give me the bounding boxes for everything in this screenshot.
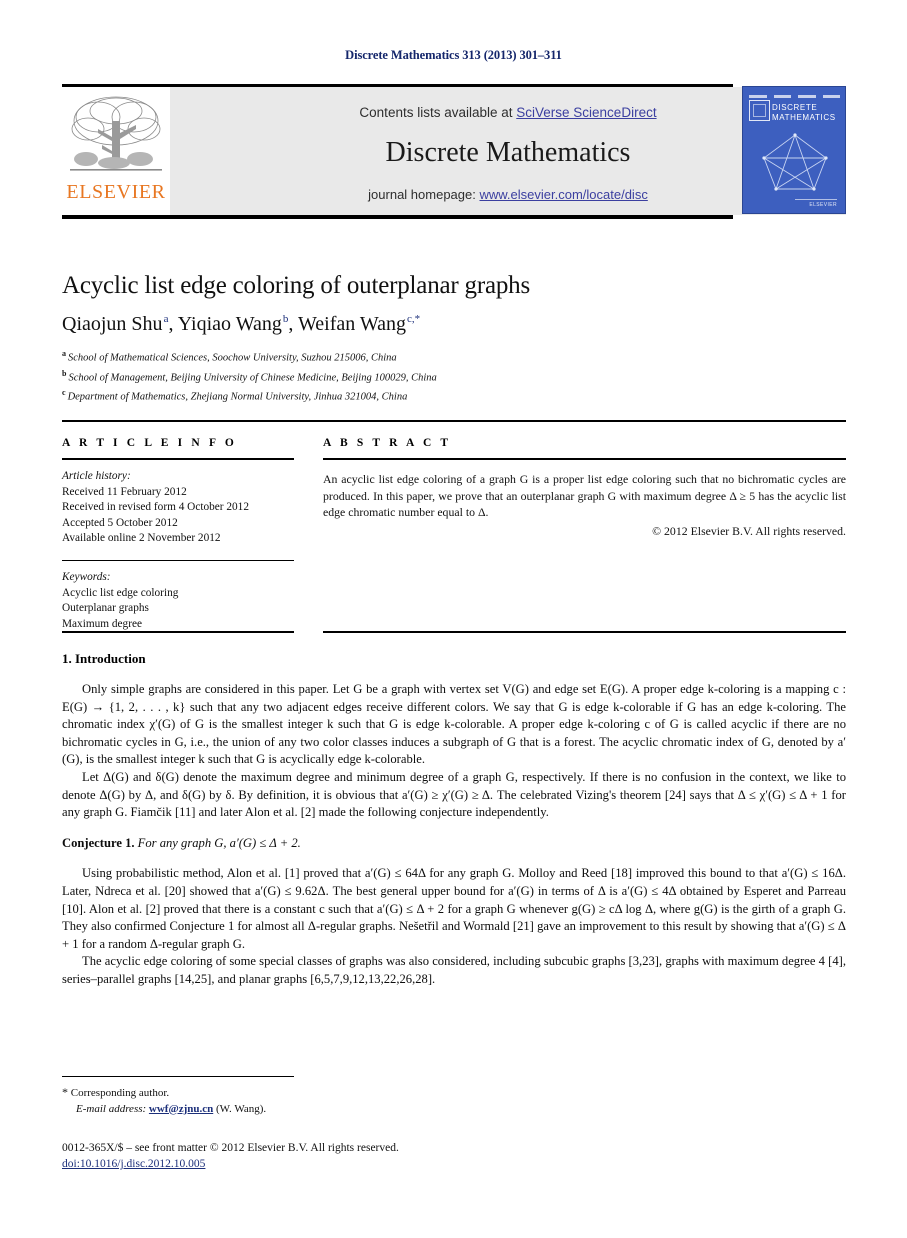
- abstract-heading: A B S T R A C T: [323, 437, 452, 449]
- conjecture-statement: For any graph G, a′(G) ≤ Δ + 2.: [137, 835, 301, 850]
- affiliation-text: Department of Mathematics, Zhejiang Norm…: [67, 391, 408, 403]
- sciencedirect-link[interactable]: SciVerse ScienceDirect: [516, 105, 656, 120]
- contents-prefix: Contents lists available at: [359, 105, 517, 120]
- journal-homepage-link[interactable]: www.elsevier.com/locate/disc: [479, 187, 647, 202]
- author-name: Weifan Wang: [297, 313, 407, 335]
- keyword-item: Maximum degree: [62, 617, 142, 630]
- article-info-heading-rule: [62, 458, 294, 460]
- issn-copyright-line: 0012-365X/$ – see front matter © 2012 El…: [62, 1142, 399, 1154]
- article-history-item: Available online 2 November 2012: [62, 532, 221, 545]
- author-name: Qiaojun Shu: [62, 313, 163, 335]
- page-title: Acyclic list edge coloring of outerplana…: [62, 272, 531, 299]
- cover-journal-name: DISCRETE MATHEMATICS: [772, 103, 836, 122]
- footnote-block: * Corresponding author. E-mail address: …: [62, 1085, 562, 1117]
- footnote-rule: [62, 1076, 294, 1077]
- abstract-panel: A B S T R A C T An acyclic list edge col…: [323, 437, 846, 539]
- article-info-heading: A R T I C L E I N F O: [62, 437, 237, 449]
- author-name: Yiqiao Wang: [177, 313, 282, 335]
- article-history-item: Received 11 February 2012: [62, 485, 187, 498]
- keywords-label: Keywords:: [62, 570, 111, 583]
- masthead-body: ELSEVIER Contents lists available at Sci…: [62, 86, 846, 215]
- author-separator: ,: [168, 313, 178, 335]
- running-head: Discrete Mathematics 313 (2013) 301–311: [345, 48, 562, 62]
- body-paragraph: Only simple graphs are considered in thi…: [62, 682, 846, 767]
- colophon-block: 0012-365X/$ – see front matter © 2012 El…: [62, 1140, 662, 1172]
- conjecture-block: Conjecture 1. For any graph G, a′(G) ≤ Δ…: [62, 835, 846, 853]
- affiliation-text: School of Management, Beijing University…: [68, 372, 437, 383]
- cover-footer-rule: [795, 199, 837, 200]
- body-paragraph: Using probabilistic method, Alon et al. …: [62, 866, 846, 951]
- elsevier-tree-icon: [70, 96, 162, 171]
- pentagram-graph-icon: [762, 133, 828, 191]
- section-heading-introduction: 1. Introduction: [62, 651, 146, 666]
- email-note: E-mail address: wwf@zjnu.cn (W. Wang).: [62, 1102, 562, 1118]
- elsevier-wordmark: ELSEVIER: [66, 181, 166, 203]
- article-history-item: Accepted 5 October 2012: [62, 516, 178, 529]
- conjecture-label: Conjecture 1.: [62, 835, 135, 850]
- body-column: 1. Introduction Only simple graphs are c…: [62, 651, 846, 989]
- article-info-divider: [62, 559, 294, 561]
- elsevier-logo: ELSEVIER: [62, 87, 170, 215]
- masthead-bottom-rule: [62, 215, 733, 219]
- affiliation-list: a School of Mathematical Sciences, Soocho…: [62, 346, 846, 405]
- cover-footer-wordmark: ELSEVIER: [809, 202, 837, 208]
- asterisk-icon: *: [62, 1085, 68, 1099]
- homepage-prefix: journal homepage:: [368, 187, 480, 202]
- cover-image: DISCRETE MATHEMATICS ELSEVIER: [742, 86, 846, 214]
- journal-cover-thumbnail[interactable]: DISCRETE MATHEMATICS ELSEVIER: [742, 86, 846, 214]
- keyword-item: Outerplanar graphs: [62, 602, 149, 615]
- corresponding-author-text: Corresponding author.: [70, 1087, 170, 1099]
- affiliation-item: a School of Mathematical Sciences, Soocho…: [62, 346, 846, 366]
- article-info-panel: A R T I C L E I N F O Article history: R…: [62, 437, 294, 632]
- paper-page: Discrete Mathematics 313 (2013) 301–311: [0, 0, 907, 1238]
- email-label: E-mail address:: [76, 1102, 147, 1115]
- keywords-group: Keywords: Acyclic list edge coloring Out…: [62, 570, 294, 632]
- article-info-bottom-rule: [62, 631, 294, 633]
- abstract-heading-rule: [323, 458, 846, 460]
- author-list: Qiaojun Shua, Yiqiao Wangb, Weifan Wangc…: [62, 313, 846, 336]
- affiliation-text: School of Mathematical Sciences, Soochow…: [68, 352, 397, 364]
- keyword-item: Acyclic list edge coloring: [62, 586, 179, 599]
- article-history-group: Article history: Received 11 February 20…: [62, 469, 294, 547]
- info-top-rule: [62, 420, 846, 422]
- author-separator: ,: [288, 313, 298, 335]
- doi-link[interactable]: doi:10.1016/j.disc.2012.10.005: [62, 1158, 205, 1170]
- body-paragraph: The acyclic edge coloring of some specia…: [62, 954, 846, 986]
- author-affiliation-mark[interactable]: c,*: [406, 313, 420, 325]
- journal-masthead: ELSEVIER Contents lists available at Sci…: [62, 84, 846, 219]
- affiliation-item: c Department of Mathematics, Zhejiang Nor…: [62, 385, 846, 405]
- affiliation-item: b School of Management, Beijing Universit…: [62, 366, 846, 386]
- email-link[interactable]: wwf@zjnu.cn: [149, 1103, 213, 1115]
- body-paragraph: Let Δ(G) and δ(G) denote the maximum deg…: [62, 769, 846, 820]
- abstract-bottom-rule: [323, 631, 846, 633]
- abstract-copyright: © 2012 Elsevier B.V. All rights reserved…: [652, 523, 846, 538]
- cover-top-metadata-bar: [749, 92, 840, 100]
- email-owner: (W. Wang).: [216, 1102, 267, 1115]
- cover-stamp-icon: [749, 100, 770, 121]
- corresponding-author-note: * Corresponding author.: [62, 1085, 562, 1102]
- article-history-item: Received in revised form 4 October 2012: [62, 501, 249, 514]
- article-history-label: Article history:: [62, 470, 131, 482]
- title-block: Acyclic list edge coloring of outerplana…: [62, 272, 846, 405]
- abstract-text: An acyclic list edge coloring of a graph…: [323, 472, 846, 519]
